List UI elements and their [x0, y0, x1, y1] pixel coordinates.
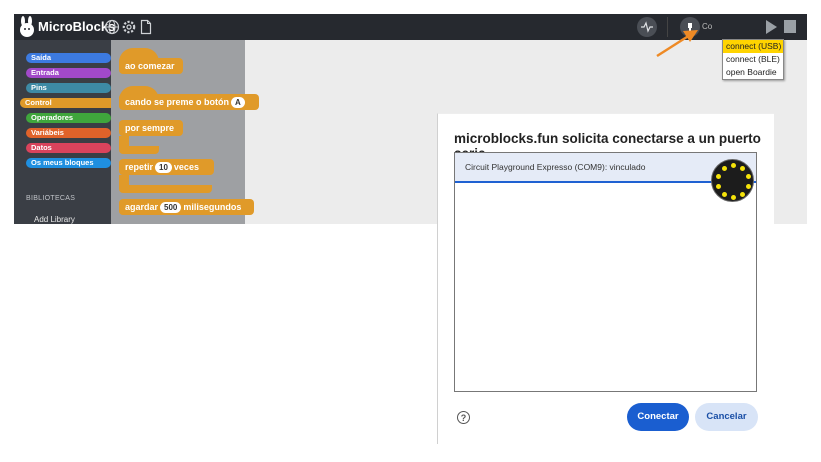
serial-port-dialog: microblocks.fun solicita conectarse a un…: [437, 113, 774, 444]
microblocks-logo-icon: [20, 16, 34, 37]
repeat-bottom: [119, 185, 212, 193]
cancel-button[interactable]: Cancelar: [695, 403, 758, 431]
category-palette: Saída Entrada Pins Control Operadores Va…: [14, 40, 111, 224]
led: [731, 163, 736, 168]
blocks-palette: ao comezar cando se preme o botón A por s…: [111, 40, 259, 224]
led: [716, 174, 721, 179]
repeat-count[interactable]: 10: [155, 162, 172, 173]
block-when-started[interactable]: ao comezar: [119, 58, 183, 74]
led: [746, 174, 751, 179]
start-icon[interactable]: [766, 20, 777, 34]
category-saida[interactable]: Saída: [26, 53, 111, 63]
graph-icon[interactable]: [637, 17, 657, 37]
led: [716, 184, 721, 189]
help-icon[interactable]: ?: [457, 411, 470, 424]
wait-value[interactable]: 500: [160, 202, 182, 213]
menu-connect-ble[interactable]: connect (BLE): [723, 53, 783, 66]
button-selector[interactable]: A: [231, 97, 245, 108]
category-control[interactable]: Control: [20, 98, 111, 108]
block-forever[interactable]: por sempre: [119, 120, 183, 136]
block-repeat[interactable]: repetir 10 veces: [119, 159, 214, 175]
libraries-heading: BIBLIOTECAS: [26, 195, 76, 202]
menu-open-boardie[interactable]: open Boardie: [723, 66, 783, 79]
toolbar-divider: [667, 17, 668, 37]
category-datos[interactable]: Datos: [26, 143, 111, 153]
block-when-button-pressed[interactable]: cando se preme o botón A: [119, 94, 259, 110]
category-entrada[interactable]: Entrada: [26, 68, 111, 78]
usb-connect-icon[interactable]: [680, 17, 700, 37]
led: [722, 166, 727, 171]
category-pins[interactable]: Pins: [26, 83, 111, 93]
led: [740, 192, 745, 197]
category-operadores[interactable]: Operadores: [26, 113, 111, 123]
led: [740, 166, 745, 171]
file-icon[interactable]: [138, 19, 154, 35]
globe-icon[interactable]: [104, 19, 120, 35]
led: [731, 195, 736, 200]
circuit-playground-board-image: [711, 159, 754, 202]
led: [746, 184, 751, 189]
forever-bottom: [119, 146, 159, 154]
connect-button[interactable]: Conectar: [627, 403, 689, 431]
menu-connect-usb[interactable]: connect (USB): [723, 40, 783, 53]
stop-icon[interactable]: [784, 20, 796, 33]
block-wait[interactable]: agardar 500 milisegundos: [119, 199, 254, 215]
category-variabeis[interactable]: Variábeis: [26, 128, 111, 138]
category-my-blocks[interactable]: Os meus bloques: [26, 158, 111, 168]
connect-menu: connect (USB) connect (BLE) open Boardie: [722, 39, 784, 80]
add-library-button[interactable]: Add Library: [34, 215, 75, 224]
top-bar: MicroBlocks Co: [14, 14, 807, 40]
gear-icon[interactable]: [121, 19, 137, 35]
led: [722, 192, 727, 197]
connect-label: Co: [702, 22, 713, 31]
